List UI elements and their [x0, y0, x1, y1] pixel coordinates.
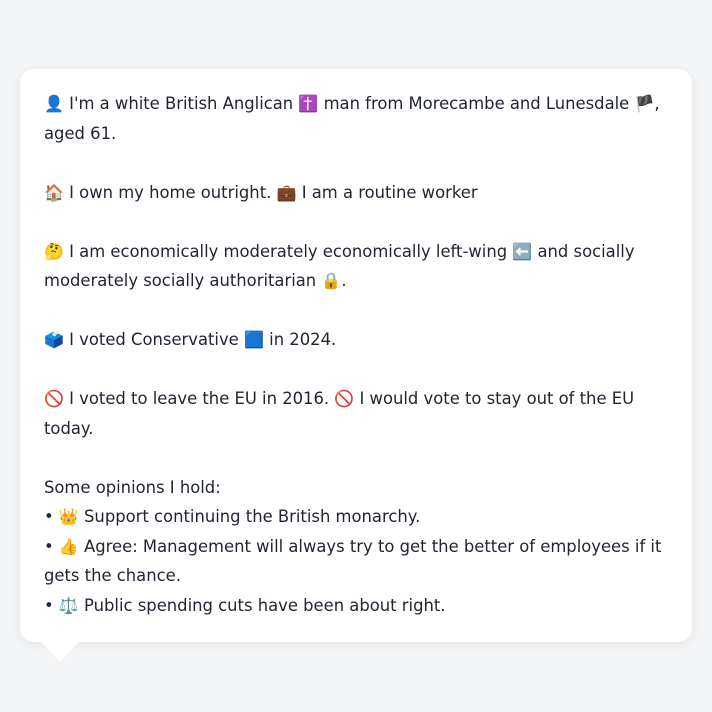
- prohibited-icon: 🚫: [334, 389, 355, 408]
- opinion-item: • 👍 Agree: Management will always try to…: [44, 532, 668, 591]
- identity-text-b: man from Morecambe and Lunesdale: [323, 94, 630, 113]
- crown-icon: 👑: [58, 507, 79, 526]
- vote-text-b: in 2024.: [269, 330, 337, 349]
- thinking-face-icon: 🤔: [44, 241, 64, 261]
- opinion-text: Agree: Management will always try to get…: [44, 536, 662, 586]
- opinions-heading: Some opinions I hold:: [44, 477, 221, 497]
- opinion-text: Support continuing the British monarchy.: [84, 507, 421, 526]
- bullet: •: [44, 536, 54, 556]
- cross-icon: ✝️: [298, 94, 319, 113]
- message-bubble: 👤 I'm a white British Anglican ✝️ man fr…: [20, 69, 692, 642]
- politics-paragraph: 🤔 I am economically moderately economica…: [44, 237, 668, 296]
- balance-scale-icon: ⚖️: [58, 595, 79, 615]
- briefcase-icon: 💼: [276, 182, 297, 202]
- prohibited-icon: 🚫: [44, 389, 64, 408]
- ballot-box-icon: 🗳️: [44, 330, 64, 349]
- eu-paragraph: 🚫 I voted to leave the EU in 2016. 🚫 I w…: [44, 384, 668, 443]
- identity-paragraph: 👤 I'm a white British Anglican ✝️ man fr…: [44, 89, 668, 148]
- lock-icon: 🔒: [321, 271, 342, 290]
- identity-text-a: I'm a white British Anglican: [69, 94, 294, 113]
- politics-end: .: [341, 271, 347, 290]
- vote-paragraph: 🗳️ I voted Conservative 🟦 in 2024.: [44, 325, 668, 355]
- work-text: I am a routine worker: [301, 182, 478, 202]
- bullet: •: [44, 507, 54, 526]
- bullet: •: [44, 595, 54, 615]
- opinion-text: Public spending cuts have been about rig…: [84, 595, 446, 615]
- thumbs-up-icon: 👍: [58, 536, 79, 556]
- home-text: I own my home outright.: [69, 182, 272, 202]
- england-flag-icon: 🏴: [634, 94, 655, 113]
- opinion-item: • 👑 Support continuing the British monar…: [44, 502, 668, 532]
- eu-text-a: I voted to leave the EU in 2016.: [69, 389, 330, 408]
- person-icon: 👤: [44, 94, 64, 113]
- home-work-paragraph: 🏠 I own my home outright. 💼 I am a routi…: [44, 178, 668, 208]
- economic-text: I am economically moderately economicall…: [69, 241, 508, 261]
- bubble-tail: [40, 641, 80, 662]
- opinions-section: Some opinions I hold: • 👑 Support contin…: [44, 473, 668, 621]
- vote-text-a: I voted Conservative: [69, 330, 239, 349]
- blue-square-icon: 🟦: [244, 330, 264, 349]
- opinion-item: • ⚖️ Public spending cuts have been abou…: [44, 591, 668, 621]
- left-arrow-icon: ⬅️: [512, 241, 533, 261]
- house-icon: 🏠: [44, 182, 64, 202]
